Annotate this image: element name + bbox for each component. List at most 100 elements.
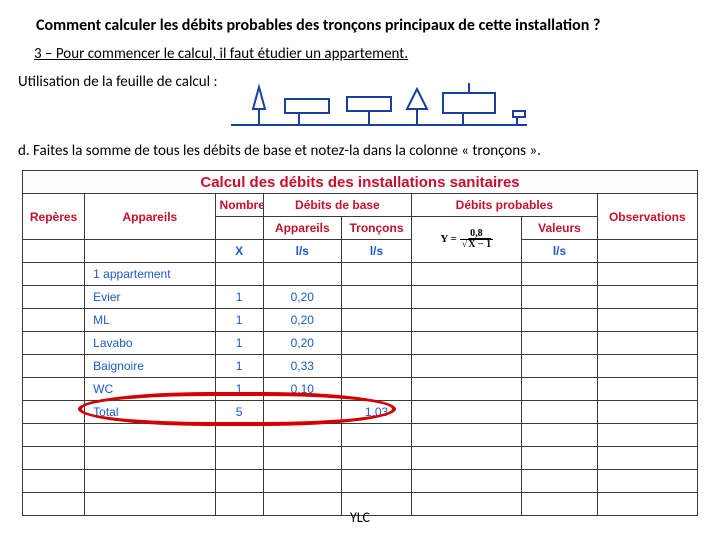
cell-rep — [23, 447, 85, 470]
table-row: Lavabo10,20 — [23, 332, 698, 355]
cell-dtr — [341, 355, 411, 378]
table-row: 1 appartement — [23, 263, 698, 286]
calc-table: Calcul des débits des installations sani… — [22, 170, 698, 516]
calc-table-wrap: Calcul des débits des installations sani… — [22, 170, 698, 516]
cell-x: 1 — [215, 332, 263, 355]
cell-obs — [597, 401, 697, 424]
cell-x: 1 — [215, 286, 263, 309]
hdr-db-appareils: Appareils — [263, 217, 341, 240]
hdr-debits-prob: Débits probables — [412, 194, 598, 217]
cell-x: 1 — [215, 355, 263, 378]
cell-dtr — [341, 332, 411, 355]
cell-x — [215, 263, 263, 286]
table-row: WC10,10 — [23, 378, 698, 401]
table-caption: Calcul des débits des installations sani… — [23, 171, 698, 194]
cell-val — [522, 309, 597, 332]
hdr-reperes: Repères — [23, 194, 85, 240]
cell-app — [85, 447, 215, 470]
cell-x — [215, 424, 263, 447]
cell-dtr — [341, 378, 411, 401]
table-row — [23, 470, 698, 493]
cell-x: 5 — [215, 401, 263, 424]
hdr-nombre: Nombre — [215, 194, 263, 217]
cell-obs — [597, 355, 697, 378]
cell-y — [412, 378, 522, 401]
cell-app: WC — [85, 378, 215, 401]
plumbing-schematic — [229, 73, 529, 138]
cell-dapp: 0,10 — [263, 378, 341, 401]
cell-dtr — [341, 447, 411, 470]
cell-rep — [23, 470, 85, 493]
hdr-debits-base: Débits de base — [263, 194, 411, 217]
table-row: ML10,20 — [23, 309, 698, 332]
cell-val — [522, 447, 597, 470]
cell-obs — [597, 309, 697, 332]
cell-y — [412, 355, 522, 378]
cell-val — [522, 401, 597, 424]
cell-val — [522, 263, 597, 286]
unit-ls-app: l/s — [263, 240, 341, 263]
cell-rep — [23, 332, 85, 355]
table-row — [23, 424, 698, 447]
cell-dapp — [263, 401, 341, 424]
cell-x — [215, 470, 263, 493]
cell-val — [522, 355, 597, 378]
cell-obs — [597, 447, 697, 470]
cell-obs — [597, 263, 697, 286]
cell-rep — [23, 263, 85, 286]
cell-rep — [23, 378, 85, 401]
table-row: Total51,03 — [23, 401, 698, 424]
cell-dtr — [341, 263, 411, 286]
cell-app: Lavabo — [85, 332, 215, 355]
cell-dtr — [341, 424, 411, 447]
cell-val — [522, 332, 597, 355]
step-line: 3 – Pour commencer le calcul, il faut ét… — [34, 45, 702, 63]
cell-val — [522, 424, 597, 447]
cell-dapp: 0,33 — [263, 355, 341, 378]
cell-obs — [597, 286, 697, 309]
cell-y — [412, 309, 522, 332]
cell-dapp — [263, 424, 341, 447]
hdr-formula: Y = 0,8 √X − 1 — [412, 217, 522, 263]
cell-dapp — [263, 263, 341, 286]
cell-app: ML — [85, 309, 215, 332]
page-title: Comment calculer les débits probables de… — [36, 16, 702, 35]
cell-x — [215, 447, 263, 470]
cell-app: Evier — [85, 286, 215, 309]
cell-obs — [597, 378, 697, 401]
cell-y — [412, 332, 522, 355]
cell-obs — [597, 424, 697, 447]
cell-y — [412, 447, 522, 470]
table-row — [23, 447, 698, 470]
cell-dtr — [341, 470, 411, 493]
cell-y — [412, 470, 522, 493]
cell-y — [412, 401, 522, 424]
cell-y — [412, 263, 522, 286]
cell-rep — [23, 355, 85, 378]
cell-app: Baignoire — [85, 355, 215, 378]
cell-dapp — [263, 470, 341, 493]
cell-val — [522, 378, 597, 401]
cell-y — [412, 286, 522, 309]
cell-dtr: 1,03 — [341, 401, 411, 424]
cell-dapp — [263, 447, 341, 470]
unit-ls-tr: l/s — [341, 240, 411, 263]
hdr-db-troncons: Tronçons — [341, 217, 411, 240]
cell-dtr — [341, 286, 411, 309]
cell-app — [85, 470, 215, 493]
hdr-valeurs: Valeurs — [522, 217, 597, 240]
cell-app: 1 appartement — [85, 263, 215, 286]
cell-x: 1 — [215, 309, 263, 332]
hdr-observations: Observations — [597, 194, 697, 240]
cell-x: 1 — [215, 378, 263, 401]
footer-author: YLC — [0, 509, 720, 526]
cell-dapp: 0,20 — [263, 309, 341, 332]
unit-ls-val: l/s — [522, 240, 597, 263]
cell-app — [85, 424, 215, 447]
cell-y — [412, 424, 522, 447]
table-row: Baignoire10,33 — [23, 355, 698, 378]
table-row: Evier10,20 — [23, 286, 698, 309]
cell-dapp: 0,20 — [263, 332, 341, 355]
cell-val — [522, 470, 597, 493]
cell-dapp: 0,20 — [263, 286, 341, 309]
